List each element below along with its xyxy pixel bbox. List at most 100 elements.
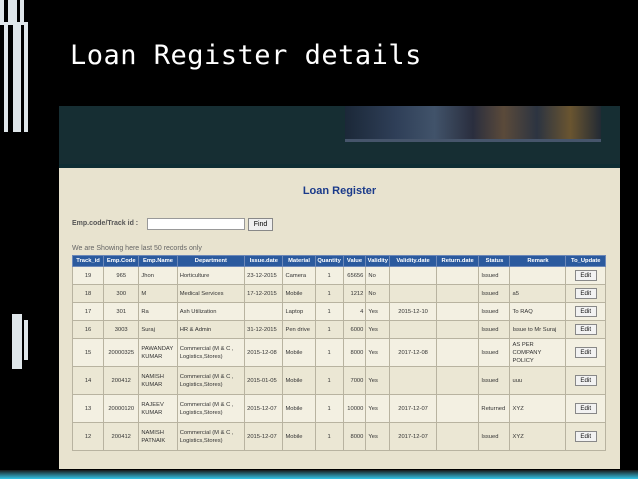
cell-validity: No xyxy=(365,266,391,285)
cell-remark xyxy=(509,266,567,285)
cell-department: Medical Services xyxy=(176,284,246,303)
cell-return-date xyxy=(435,338,480,367)
cell-track-id: 14 xyxy=(71,366,105,395)
cell-emp-code: 300 xyxy=(103,284,140,303)
cell-quantity: 1 xyxy=(314,394,344,423)
cell-return-date xyxy=(435,394,480,423)
column-header: Return.date xyxy=(435,255,480,267)
edit-button[interactable]: Edit xyxy=(574,403,597,414)
edit-button[interactable]: Edit xyxy=(574,375,597,386)
cell-emp-name: RAJEEV KUMAR xyxy=(138,394,178,423)
cell-validity-date: 2015-12-10 xyxy=(389,302,437,321)
cell-department: Commercial (M & C , Logistics,Stores) xyxy=(176,338,246,367)
cell-emp-name: M xyxy=(138,284,178,303)
cell-emp-code: 200412 xyxy=(103,366,140,395)
cell-validity-date: 2017-12-07 xyxy=(389,422,437,451)
table-row: 14 200412 NAMISH KUMAR Commercial (M & C , … xyxy=(71,366,606,395)
cell-remark: To RAQ xyxy=(509,302,567,321)
cell-to-update: Edit xyxy=(565,320,606,339)
banner-image xyxy=(345,106,601,142)
cell-emp-name: NAMISH KUMAR xyxy=(138,366,178,395)
edit-button[interactable]: Edit xyxy=(574,288,597,299)
cell-emp-name: PAWANDAY KUMAR xyxy=(138,338,178,367)
slide-bottom-bar xyxy=(0,470,638,479)
cell-return-date xyxy=(435,422,480,451)
cell-value: 6000 xyxy=(342,320,367,339)
cell-value: 8000 xyxy=(342,422,367,451)
cell-department: Ash Utilization xyxy=(176,302,246,321)
cell-issue-date: 17-12-2015 xyxy=(244,284,284,303)
cell-return-date xyxy=(435,284,480,303)
cell-department: Commercial (M & C , Logistics,Stores) xyxy=(176,366,246,395)
cell-track-id: 18 xyxy=(71,284,105,303)
cell-issue-date: 2015-12-08 xyxy=(244,338,284,367)
cell-validity: Yes xyxy=(365,302,391,321)
slide-decoration xyxy=(24,320,28,360)
cell-emp-name: Jhon xyxy=(138,266,178,285)
cell-return-date xyxy=(435,366,480,395)
cell-status: Issued xyxy=(478,366,511,395)
table-row: 17 301 Ra Ash Utilization Laptop 1 4 Yes 2015-12… xyxy=(71,302,606,321)
cell-emp-code: 3003 xyxy=(103,320,140,339)
cell-validity: Yes xyxy=(365,320,391,339)
edit-button[interactable]: Edit xyxy=(574,270,597,281)
cell-value: 7000 xyxy=(342,366,367,395)
table-row: 12 200412 NAMISH PATNAIK Commercial (M & C … xyxy=(71,422,606,451)
app-screenshot: Loan Register Emp.code/Track id : Find W… xyxy=(59,106,620,469)
cell-return-date xyxy=(435,302,480,321)
cell-remark: uuu xyxy=(509,366,567,395)
search-label: Emp.code/Track id : xyxy=(72,220,139,227)
cell-material: Mobile xyxy=(282,394,316,423)
edit-button[interactable]: Edit xyxy=(574,306,597,317)
cell-status: Issued xyxy=(478,266,511,285)
cell-to-update: Edit xyxy=(565,338,606,367)
cell-validity-date xyxy=(389,366,437,395)
loan-register-panel: Loan Register Emp.code/Track id : Find W… xyxy=(59,168,620,469)
cell-remark: AS PER COMPANY POLICY xyxy=(509,338,567,367)
cell-return-date xyxy=(435,320,480,339)
cell-issue-date: 2015-12-07 xyxy=(244,394,284,423)
cell-remark: a5 xyxy=(509,284,567,303)
cell-value: 8000 xyxy=(342,338,367,367)
cell-issue-date: 2015-12-07 xyxy=(244,422,284,451)
search-input[interactable] xyxy=(147,218,245,230)
table-row: 15 20000325 PAWANDAY KUMAR Commercial (M & … xyxy=(71,338,606,367)
column-header: Material xyxy=(282,255,316,267)
cell-to-update: Edit xyxy=(565,266,606,285)
column-header: Quantity xyxy=(314,255,344,267)
cell-value: 10000 xyxy=(342,394,367,423)
cell-material: Mobile xyxy=(282,338,316,367)
table-row: 19 965 Jhon Horticulture 23-12-2015 Camera 1 65… xyxy=(71,266,606,285)
cell-issue-date: 2015-01-05 xyxy=(244,366,284,395)
cell-remark: XYZ xyxy=(509,422,567,451)
column-header: Emp.Code xyxy=(103,255,140,267)
cell-quantity: 1 xyxy=(314,284,344,303)
slide-title: Loan Register details xyxy=(70,40,422,71)
cell-quantity: 1 xyxy=(314,320,344,339)
cell-department: HR & Admin xyxy=(176,320,246,339)
cell-status: Issued xyxy=(478,284,511,303)
cell-validity: Yes xyxy=(365,394,391,423)
column-header: Emp.Name xyxy=(138,255,178,267)
cell-emp-code: 301 xyxy=(103,302,140,321)
cell-to-update: Edit xyxy=(565,366,606,395)
cell-material: Mobile xyxy=(282,366,316,395)
cell-to-update: Edit xyxy=(565,394,606,423)
edit-button[interactable]: Edit xyxy=(574,324,597,335)
cell-department: Horticulture xyxy=(176,266,246,285)
slide-decoration xyxy=(12,314,22,369)
edit-button[interactable]: Edit xyxy=(574,347,597,358)
cell-to-update: Edit xyxy=(565,302,606,321)
cell-value: 65656 xyxy=(342,266,367,285)
cell-value: 1212 xyxy=(342,284,367,303)
edit-button[interactable]: Edit xyxy=(574,431,597,442)
find-button[interactable]: Find xyxy=(248,218,273,231)
cell-validity-date xyxy=(389,320,437,339)
cell-material: Mobile xyxy=(282,284,316,303)
cell-department: Commercial (M & C , Logistics,Stores) xyxy=(176,394,246,423)
table-row: 18 300 M Medical Services 17-12-2015 Mobile 1 1… xyxy=(71,284,606,303)
column-header: Value xyxy=(342,255,367,267)
cell-validity: Yes xyxy=(365,422,391,451)
column-header: Issue.date xyxy=(244,255,284,267)
column-header: Validity.date xyxy=(389,255,437,267)
